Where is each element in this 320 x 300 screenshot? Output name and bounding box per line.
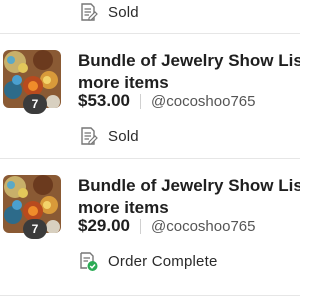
divider	[0, 295, 300, 296]
listing-title[interactable]: Bundle of Jewelry Show Listing a more it…	[78, 50, 300, 94]
listing-price: $53.00	[78, 91, 130, 110]
status-label: Sold	[108, 3, 139, 21]
receipt-icon	[81, 3, 98, 21]
price-row: $53.00 @cocoshoo765	[78, 90, 255, 112]
listing-status-row: Sold	[78, 125, 139, 147]
seller-username[interactable]: @cocoshoo765	[151, 93, 255, 110]
listing-price: $29.00	[78, 216, 130, 235]
divider	[0, 33, 300, 34]
price-row: $29.00 @cocoshoo765	[78, 215, 255, 237]
receipt-icon	[81, 127, 98, 145]
seller-username[interactable]: @cocoshoo765	[151, 218, 255, 235]
bundle-count-badge: 7	[23, 94, 47, 114]
listing-title[interactable]: Bundle of Jewelry Show Listing a more it…	[78, 175, 300, 219]
divider	[0, 158, 300, 159]
separator	[140, 93, 141, 109]
separator	[140, 218, 141, 234]
order-complete-icon	[80, 252, 98, 271]
title-line-1: Bundle of Jewelry Show Listing a	[78, 51, 300, 70]
status-label: Order Complete	[108, 252, 218, 270]
status-label: Sold	[108, 127, 139, 145]
bundle-count-badge: 7	[23, 219, 47, 239]
listing-status-row: Order Complete	[78, 250, 218, 272]
title-line-1: Bundle of Jewelry Show Listing a	[78, 176, 300, 195]
top-status-row: Sold	[78, 1, 139, 23]
